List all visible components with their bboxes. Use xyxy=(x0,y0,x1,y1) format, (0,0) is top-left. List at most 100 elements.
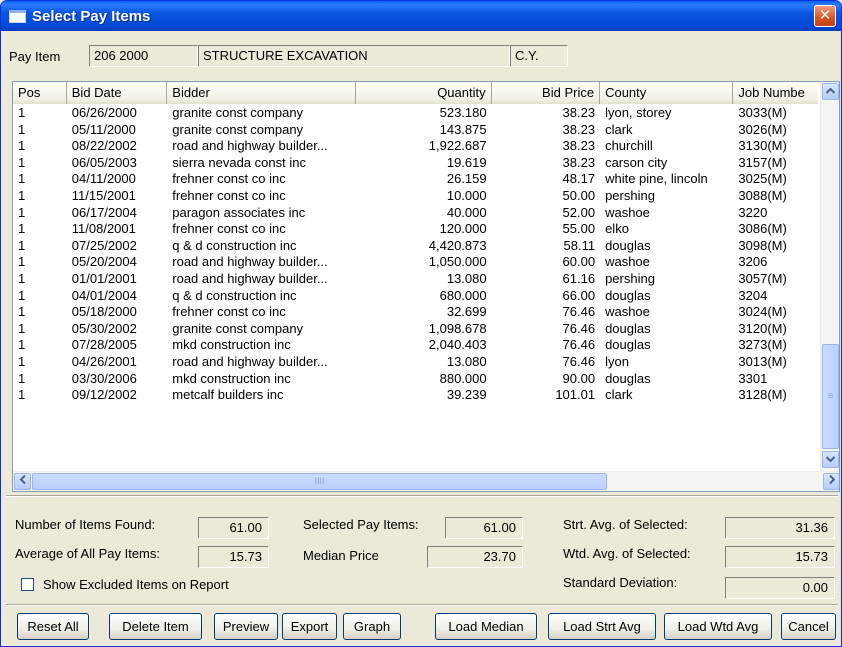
cell-bid-date: 06/05/2003 xyxy=(71,154,137,170)
horizontal-scroll-thumb[interactable]: IIII xyxy=(32,473,607,490)
cell-quantity: 39.239 xyxy=(446,387,487,403)
cell-job-number: 3086(M) xyxy=(738,221,787,237)
cell-job-number: 3013(M) xyxy=(738,353,787,369)
cell-pos: 1 xyxy=(18,320,26,336)
cell-bid-price: 38.23 xyxy=(562,105,596,120)
cell-job-number: 3301 xyxy=(738,370,768,386)
vertical-scroll-thumb[interactable]: ≡ xyxy=(822,344,839,449)
separator-bottom xyxy=(6,604,838,606)
table-row[interactable]: 1 05/18/2000 frehner const co inc 32.699 76.… xyxy=(13,304,818,321)
cancel-button[interactable]: Cancel xyxy=(781,613,836,640)
pay-items-grid[interactable]: Pos Bid Date Bidder Quantity Bid Price C… xyxy=(12,81,840,492)
cell-pos: 1 xyxy=(18,337,26,353)
column-header-job-number[interactable]: Job Numbe xyxy=(733,82,818,104)
std-dev-label: Standard Deviation: xyxy=(563,575,678,590)
reset-all-button[interactable]: Reset All xyxy=(17,613,89,640)
cell-county: douglas xyxy=(605,237,651,253)
column-header-bidder[interactable]: Bidder xyxy=(167,82,357,104)
cell-pos: 1 xyxy=(18,254,26,270)
table-row[interactable]: 1 11/08/2001 frehner const co inc 120.000 55… xyxy=(13,221,818,238)
cell-quantity: 1,922.687 xyxy=(428,138,487,154)
cell-quantity: 1,098.678 xyxy=(428,320,487,336)
cell-bid-date: 04/11/2000 xyxy=(71,171,136,187)
column-header-pos[interactable]: Pos xyxy=(13,82,67,104)
show-excluded-checkbox[interactable] xyxy=(21,578,34,591)
cell-bidder: granite const company xyxy=(172,105,304,120)
cell-county: douglas xyxy=(605,337,651,353)
table-row[interactable]: 1 11/15/2001 frehner const co inc 10.000 50.… xyxy=(13,188,818,205)
table-row[interactable]: 1 01/01/2001 road and highway builder... 13… xyxy=(13,271,818,288)
cell-pos: 1 xyxy=(18,304,26,320)
cell-pos: 1 xyxy=(18,221,26,237)
cell-quantity: 880.000 xyxy=(439,370,487,386)
scroll-up-button[interactable] xyxy=(822,83,839,100)
table-row[interactable]: 1 03/30/2006 mkd construction inc 880.000 90… xyxy=(13,371,818,388)
cell-quantity: 4,420.873 xyxy=(428,237,487,253)
cell-bidder: sierra nevada const inc xyxy=(172,154,306,170)
cell-county: pershing xyxy=(605,187,655,203)
column-header-quantity[interactable]: Quantity xyxy=(356,82,492,104)
column-header-bid-price[interactable]: Bid Price xyxy=(491,82,601,104)
cell-pos: 1 xyxy=(18,370,26,386)
cell-quantity: 143.875 xyxy=(439,121,487,137)
cell-pos: 1 xyxy=(18,187,26,203)
cell-bid-date: 07/25/2002 xyxy=(71,237,137,253)
cell-pos: 1 xyxy=(18,121,26,137)
scroll-left-button[interactable] xyxy=(14,473,31,490)
column-header-bid-date[interactable]: Bid Date xyxy=(66,82,168,104)
table-row[interactable]: 1 04/01/2004 q & d construction inc 680.000… xyxy=(13,288,818,305)
table-row[interactable]: 1 06/05/2003 sierra nevada const inc 19.619… xyxy=(13,155,818,172)
column-header-county[interactable]: County xyxy=(600,82,734,104)
load-wtd-avg-button[interactable]: Load Wtd Avg xyxy=(664,613,772,640)
cell-job-number: 3098(M) xyxy=(738,237,787,253)
table-row[interactable]: 1 04/11/2000 frehner const co inc 26.159 48.… xyxy=(13,171,818,188)
cell-job-number: 3130(M) xyxy=(738,138,787,154)
table-row[interactable]: 1 05/11/2000 granite const company 143.875 3… xyxy=(13,122,818,139)
cell-bid-date: 05/20/2004 xyxy=(71,254,137,270)
delete-item-button[interactable]: Delete Item xyxy=(109,613,202,640)
cell-bidder: frehner const co inc xyxy=(172,171,286,187)
cell-county: clark xyxy=(605,387,633,403)
table-row[interactable]: 1 07/25/2002 q & d construction inc 4,420.8… xyxy=(13,238,818,255)
cell-quantity: 13.080 xyxy=(446,353,487,369)
close-button[interactable]: ✕ xyxy=(814,5,836,27)
cell-bidder: frehner const co inc xyxy=(172,221,286,237)
cell-bidder: q & d construction inc xyxy=(172,287,297,303)
load-median-button[interactable]: Load Median xyxy=(435,613,537,640)
cell-job-number: 3026(M) xyxy=(738,121,787,137)
load-strt-avg-button[interactable]: Load Strt Avg xyxy=(548,613,656,640)
cell-pos: 1 xyxy=(18,154,26,170)
cell-pos: 1 xyxy=(18,270,26,286)
table-row[interactable]: 1 05/20/2004 road and highway builder... 1,… xyxy=(13,254,818,271)
title-bar[interactable]: Select Pay Items ✕ xyxy=(1,1,841,31)
table-row[interactable]: 1 06/26/2000 granite const company 523.180 3… xyxy=(13,105,818,122)
table-row[interactable]: 1 04/26/2001 road and highway builder... 13… xyxy=(13,354,818,371)
export-button[interactable]: Export xyxy=(282,613,337,640)
table-row[interactable]: 1 08/22/2002 road and highway builder... 1,… xyxy=(13,138,818,155)
scroll-right-button[interactable] xyxy=(823,473,839,490)
cell-county: lyon xyxy=(605,353,629,369)
scroll-down-button[interactable] xyxy=(822,451,839,468)
graph-button[interactable]: Graph xyxy=(343,613,401,640)
vertical-scrollbar[interactable]: ≡ xyxy=(820,82,839,471)
preview-button[interactable]: Preview xyxy=(214,613,278,640)
cell-county: clark xyxy=(605,121,633,137)
chevron-left-icon xyxy=(19,474,26,487)
items-found-label: Number of Items Found: xyxy=(15,517,156,532)
wtd-avg-label: Wtd. Avg. of Selected: xyxy=(563,546,691,561)
cell-bid-price: 38.23 xyxy=(562,154,596,170)
table-row[interactable]: 1 07/28/2005 mkd construction inc 2,040.403… xyxy=(13,337,818,354)
median-label: Median Price xyxy=(303,548,379,563)
pay-item-unit-field: C.Y. xyxy=(510,45,568,67)
horizontal-scrollbar[interactable]: IIII xyxy=(13,471,839,491)
table-row[interactable]: 1 06/17/2004 paragon associates inc 40.000 5… xyxy=(13,205,818,222)
show-excluded-label[interactable]: Show Excluded Items on Report xyxy=(43,577,229,592)
table-row[interactable]: 1 05/30/2002 granite const company 1,098.67… xyxy=(13,321,818,338)
window-icon xyxy=(9,9,26,23)
grid-header: Pos Bid Date Bidder Quantity Bid Price C… xyxy=(13,82,818,104)
cell-pos: 1 xyxy=(18,353,26,369)
grip-icon: ≡ xyxy=(827,391,834,402)
cell-bid-price: 38.23 xyxy=(562,121,596,137)
table-row[interactable]: 1 09/12/2002 metcalf builders inc 39.239 101… xyxy=(13,387,818,404)
cell-bid-price: 76.46 xyxy=(562,353,596,369)
